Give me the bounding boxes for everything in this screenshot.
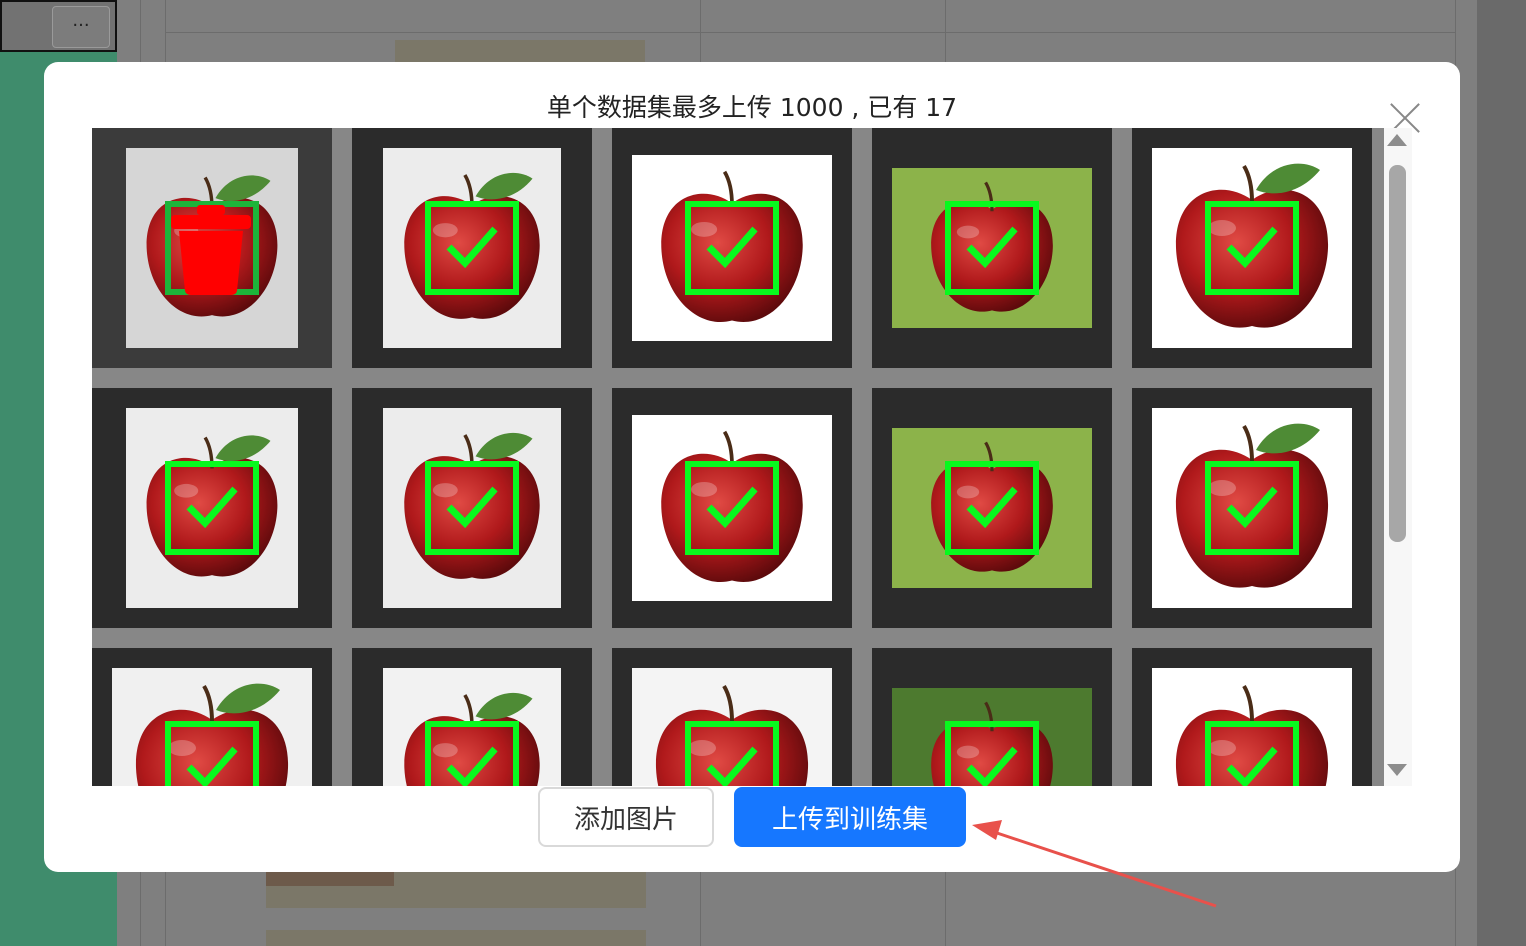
selected-check-icon[interactable] — [165, 721, 259, 786]
selected-check-icon[interactable] — [1205, 201, 1299, 295]
selected-check-icon[interactable] — [165, 461, 259, 555]
selected-check-icon[interactable] — [945, 201, 1039, 295]
background-rightbar — [1477, 0, 1526, 946]
add-image-button[interactable]: 添加图片 — [538, 787, 714, 847]
selected-check-icon[interactable] — [425, 461, 519, 555]
selected-check-icon[interactable] — [1205, 461, 1299, 555]
image-card[interactable] — [872, 388, 1112, 628]
image-card[interactable] — [612, 128, 852, 368]
image-card[interactable] — [352, 648, 592, 786]
image-card[interactable] — [612, 388, 852, 628]
more-button[interactable]: ··· — [52, 6, 110, 48]
upload-dialog: 单个数据集最多上传 1000 , 已有 17 添加图片 上传到训练集 — [44, 62, 1460, 872]
upload-to-training-set-button[interactable]: 上传到训练集 — [734, 787, 966, 847]
dialog-title: 单个数据集最多上传 1000 , 已有 17 — [546, 93, 958, 122]
image-card[interactable] — [872, 648, 1112, 786]
background-thumbnail — [266, 872, 394, 886]
delete-trash-icon[interactable] — [165, 201, 259, 295]
selected-check-icon[interactable] — [1205, 721, 1299, 786]
selected-check-icon[interactable] — [945, 721, 1039, 786]
image-grid — [92, 128, 1392, 786]
selected-check-icon[interactable] — [685, 201, 779, 295]
annotation-arrow-icon — [972, 820, 1217, 908]
background-thumbnail — [266, 930, 646, 946]
image-card[interactable] — [352, 388, 592, 628]
image-card[interactable] — [92, 128, 332, 368]
image-card[interactable] — [1132, 128, 1372, 368]
image-card[interactable] — [1132, 648, 1372, 786]
selected-check-icon[interactable] — [945, 461, 1039, 555]
image-card[interactable] — [1132, 388, 1372, 628]
selected-check-icon[interactable] — [685, 461, 779, 555]
scroll-up-arrow-icon[interactable] — [1387, 134, 1407, 146]
image-card[interactable] — [612, 648, 852, 786]
image-card[interactable] — [92, 388, 332, 628]
scroll-down-arrow-icon[interactable] — [1387, 764, 1407, 776]
scrollbar-thumb[interactable] — [1389, 165, 1406, 542]
image-card[interactable] — [92, 648, 332, 786]
background-thumbnail — [395, 40, 645, 62]
image-card[interactable] — [872, 128, 1112, 368]
selected-check-icon[interactable] — [425, 721, 519, 786]
background-toolbar: ··· — [0, 0, 117, 52]
image-card[interactable] — [352, 128, 592, 368]
selected-check-icon[interactable] — [685, 721, 779, 786]
background-divider — [165, 32, 1455, 33]
selected-check-icon[interactable] — [425, 201, 519, 295]
